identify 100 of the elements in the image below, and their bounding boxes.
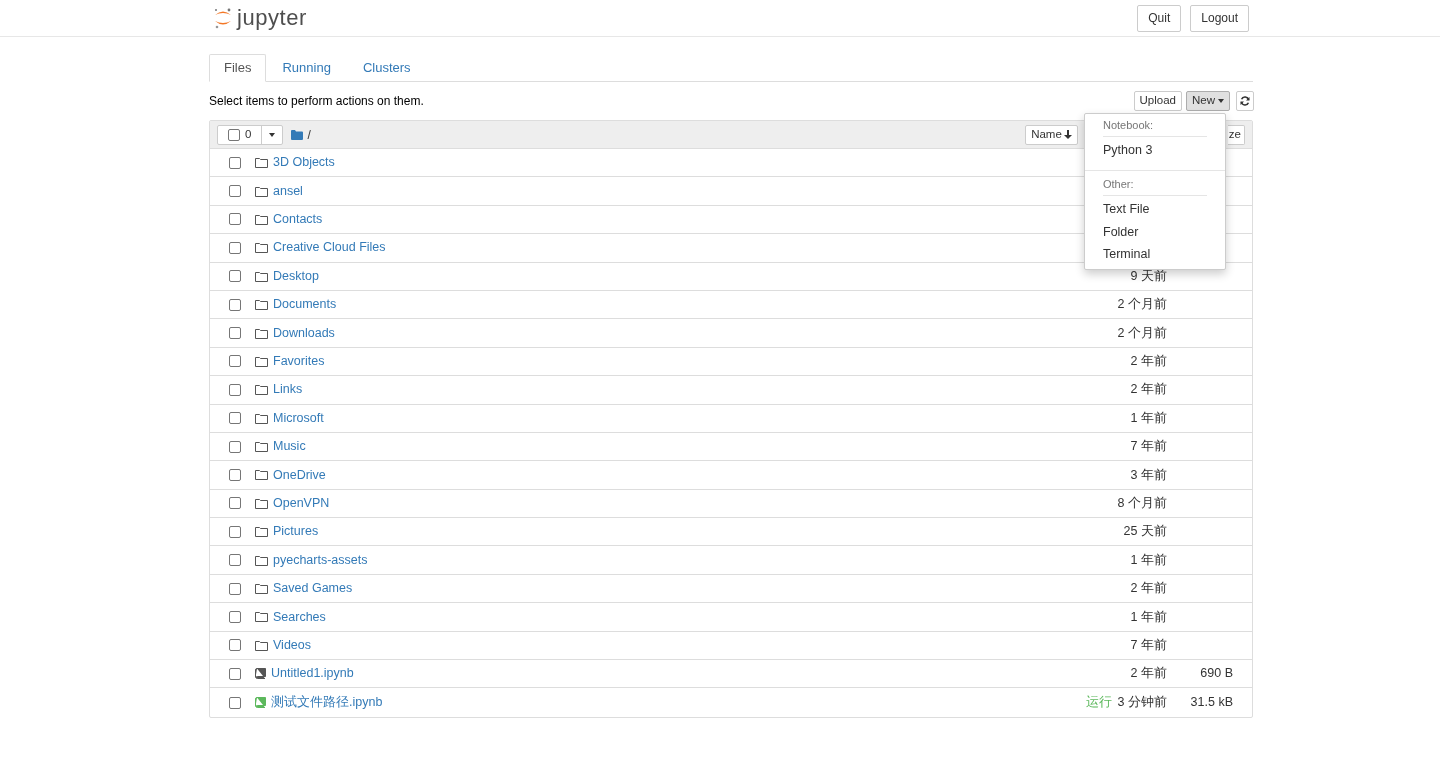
menu-heading: Other: [1103, 176, 1207, 196]
file-name-link[interactable]: Untitled1.ipynb [271, 664, 354, 684]
menu-heading: Notebook: [1103, 117, 1207, 137]
folder-icon [291, 129, 304, 140]
modified-time: 2 个月前 [1117, 296, 1167, 314]
folder-icon [255, 157, 268, 169]
row-checkbox[interactable] [229, 497, 241, 510]
file-name-link[interactable]: Videos [273, 635, 311, 655]
name-sort-button[interactable]: Name [1025, 124, 1078, 145]
row-checkbox[interactable] [229, 412, 241, 425]
file-name-link[interactable]: OneDrive [273, 465, 326, 485]
modified-time: 2 年前 [1130, 381, 1167, 399]
row-checkbox[interactable] [229, 639, 241, 652]
folder-icon [255, 611, 268, 623]
modified-time: 1 年前 [1130, 551, 1167, 569]
modified-time: 1 年前 [1130, 409, 1167, 427]
modified-time: 7 年前 [1130, 636, 1167, 654]
row-checkbox[interactable] [229, 270, 241, 283]
file-size: 31.5 kB [1190, 695, 1233, 710]
file-name-link[interactable]: Music [273, 437, 306, 456]
row-checkbox[interactable] [229, 185, 241, 198]
menu-item[interactable]: Python 3 [1085, 139, 1225, 162]
new-dropdown-button[interactable]: New [1186, 91, 1230, 111]
modified-time: 2 个月前 [1117, 324, 1167, 342]
menu-item[interactable]: Text File [1085, 198, 1225, 221]
caret-icon [269, 132, 276, 137]
tab[interactable]: Files [209, 54, 267, 82]
upload-button[interactable]: Upload [1133, 91, 1182, 111]
tab[interactable]: Clusters [346, 54, 427, 81]
path-link[interactable]: / [307, 125, 311, 144]
logo-text: jupyter [237, 7, 307, 29]
folder-icon [255, 242, 268, 254]
row-checkbox[interactable] [229, 469, 241, 481]
arrow-down-icon [1063, 130, 1072, 139]
row-checkbox[interactable] [229, 554, 241, 567]
row-checkbox[interactable] [229, 582, 241, 595]
folder-icon [255, 441, 268, 453]
file-name-link[interactable]: 测试文件路径.ipynb [271, 693, 383, 712]
row-checkbox[interactable] [229, 383, 241, 396]
file-name-link[interactable]: Contacts [273, 210, 323, 229]
file-name-link[interactable]: Desktop [273, 266, 319, 286]
file-name-link[interactable]: OpenVPN [273, 494, 330, 513]
row-checkbox[interactable] [229, 327, 241, 340]
file-name-link[interactable]: ansel [273, 181, 303, 201]
file-name-link[interactable]: Pictures [273, 522, 319, 542]
header-button[interactable]: Logout [1190, 4, 1249, 32]
modified-time: 8 个月前 [1117, 495, 1167, 512]
folder-icon [255, 355, 268, 367]
modified-time: 9 天前 [1130, 267, 1167, 285]
size-sort-button[interactable]: ze [1227, 124, 1245, 145]
row-checkbox[interactable] [229, 610, 241, 623]
file-name-link[interactable]: Links [273, 380, 303, 400]
file-name-link[interactable]: Saved Games [273, 579, 353, 598]
file-name-link[interactable]: Creative Cloud Files [273, 238, 386, 258]
modified-time: 7 年前 [1130, 438, 1167, 456]
select-all-control[interactable]: 0 [217, 124, 284, 145]
row-checkbox[interactable] [229, 355, 241, 368]
refresh-icon [1240, 96, 1250, 106]
refresh-button[interactable] [1236, 91, 1254, 111]
row-checkbox[interactable] [229, 213, 241, 226]
tab[interactable]: Running [266, 54, 347, 81]
modified-time: 1 年前 [1130, 608, 1167, 626]
folder-icon [255, 412, 268, 424]
file-name-link[interactable]: Favorites [273, 352, 325, 371]
folder-icon [255, 583, 268, 595]
running-status: 运行 [1085, 694, 1112, 712]
modified-time: 2 年前 [1130, 665, 1167, 683]
select-all-checkbox[interactable] [228, 128, 240, 141]
selected-count: 0 [245, 126, 252, 142]
folder-icon [255, 327, 268, 339]
header-button[interactable]: Quit [1137, 4, 1182, 32]
caret-icon [1218, 99, 1224, 103]
row-checkbox[interactable] [229, 241, 241, 254]
folder-icon [255, 639, 268, 651]
hint-text: Select items to perform actions on them. [209, 93, 424, 110]
row-checkbox[interactable] [229, 525, 241, 538]
file-name-link[interactable]: Downloads [273, 323, 335, 343]
folder-icon [255, 384, 268, 396]
menu-item[interactable]: Terminal [1085, 243, 1225, 266]
modified-time: 2 年前 [1130, 580, 1167, 598]
file-name-link[interactable]: Documents [273, 295, 337, 314]
row-checkbox[interactable] [229, 440, 241, 453]
file-name-link[interactable]: Searches [273, 607, 326, 627]
row-checkbox[interactable] [229, 696, 241, 709]
row-checkbox[interactable] [229, 667, 241, 680]
row-checkbox[interactable] [229, 298, 241, 311]
folder-icon [255, 213, 268, 225]
file-name-link[interactable]: 3D Objects [273, 153, 335, 173]
folder-icon [255, 526, 268, 538]
folder-icon [255, 185, 268, 197]
modified-time: 3 年前 [1130, 466, 1167, 484]
menu-item[interactable]: Folder [1085, 221, 1225, 244]
modified-time: 25 天前 [1123, 523, 1167, 541]
file-name-link[interactable]: pyecharts-assets [273, 550, 368, 570]
file-name-link[interactable]: Microsoft [273, 408, 324, 428]
folder-icon [255, 554, 268, 566]
logo-icon [213, 6, 233, 30]
folder-icon [255, 270, 268, 282]
row-checkbox[interactable] [229, 156, 241, 169]
folder-icon [255, 299, 268, 311]
